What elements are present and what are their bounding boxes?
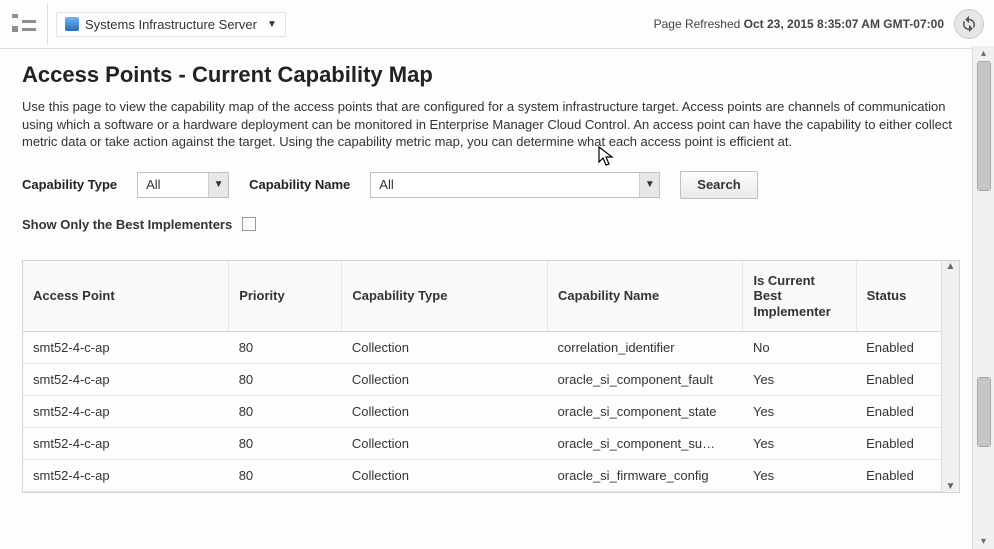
table-row[interactable]: smt52-4-c-ap80Collectionoracle_si_compon…	[23, 428, 959, 460]
page-refreshed-label: Page Refreshed Oct 23, 2015 8:35:07 AM G…	[654, 17, 944, 31]
cell-ap: smt52-4-c-ap	[23, 460, 229, 492]
scroll-down-icon[interactable]: ▾	[973, 536, 994, 547]
cell-cname: oracle_si_firmware_config	[548, 460, 743, 492]
cell-pri: 80	[229, 428, 342, 460]
page-refreshed-time: Oct 23, 2015 8:35:07 AM GMT-07:00	[744, 17, 944, 31]
cell-best: No	[743, 332, 856, 364]
table-row[interactable]: smt52-4-c-ap80Collectionoracle_si_firmwa…	[23, 460, 959, 492]
capability-table: Access Point Priority Capability Type Ca…	[22, 260, 960, 494]
cell-ap: smt52-4-c-ap	[23, 332, 229, 364]
cell-ap: smt52-4-c-ap	[23, 364, 229, 396]
scroll-down-icon[interactable]: ▼	[942, 481, 959, 492]
best-implementers-checkbox[interactable]	[242, 217, 256, 231]
cell-best: Yes	[743, 460, 856, 492]
table-scrollbar[interactable]: ▲ ▼	[941, 261, 959, 493]
cell-ctype: Collection	[342, 396, 548, 428]
chevron-down-icon: ▼	[267, 19, 277, 30]
col-capability-type[interactable]: Capability Type	[342, 261, 548, 332]
scroll-up-icon[interactable]: ▲	[942, 261, 959, 272]
col-capability-name[interactable]: Capability Name	[548, 261, 743, 332]
scroll-thumb[interactable]	[977, 377, 991, 447]
best-implementers-label: Show Only the Best Implementers	[22, 217, 232, 232]
filter-row: Capability Type All ▼ Capability Name Al…	[22, 171, 970, 199]
col-is-best[interactable]: Is Current Best Implementer	[743, 261, 856, 332]
col-access-point[interactable]: Access Point	[23, 261, 229, 332]
page-scrollbar[interactable]: ▴ ▾	[972, 46, 994, 549]
table-row[interactable]: smt52-4-c-ap80Collectionoracle_si_compon…	[23, 364, 959, 396]
top-bar-left: Systems Infrastructure Server ▼	[0, 4, 286, 44]
tree-toggle-icon[interactable]	[0, 4, 48, 44]
scroll-track[interactable]	[977, 61, 991, 534]
capability-type-select[interactable]: All ▼	[137, 172, 229, 198]
cell-best: Yes	[743, 396, 856, 428]
server-icon	[65, 17, 79, 31]
refresh-button[interactable]	[954, 9, 984, 39]
table-row[interactable]: smt52-4-c-ap80Collectioncorrelation_iden…	[23, 332, 959, 364]
top-bar-right: Page Refreshed Oct 23, 2015 8:35:07 AM G…	[654, 9, 984, 39]
cell-ctype: Collection	[342, 428, 548, 460]
cell-pri: 80	[229, 332, 342, 364]
top-bar: Systems Infrastructure Server ▼ Page Ref…	[0, 0, 994, 49]
scroll-thumb[interactable]	[977, 61, 991, 191]
target-menu[interactable]: Systems Infrastructure Server ▼	[56, 12, 286, 37]
scroll-up-icon[interactable]: ▴	[973, 48, 994, 59]
page-intro: Use this page to view the capability map…	[22, 98, 962, 151]
capability-type-value: All	[146, 177, 160, 192]
capability-name-value: All	[379, 177, 393, 192]
cell-cname: correlation_identifier	[548, 332, 743, 364]
cell-pri: 80	[229, 460, 342, 492]
cell-ap: smt52-4-c-ap	[23, 396, 229, 428]
capability-type-label: Capability Type	[22, 177, 117, 192]
cell-best: Yes	[743, 428, 856, 460]
content: Access Points - Current Capability Map U…	[0, 46, 970, 549]
cell-cname: oracle_si_component_fault	[548, 364, 743, 396]
page-title: Access Points - Current Capability Map	[22, 62, 970, 88]
cell-cname: oracle_si_component_su…	[548, 428, 743, 460]
cell-pri: 80	[229, 396, 342, 428]
search-button[interactable]: Search	[680, 171, 757, 199]
target-label: Systems Infrastructure Server	[85, 17, 257, 32]
table-header-row: Access Point Priority Capability Type Ca…	[23, 261, 959, 332]
cell-ctype: Collection	[342, 364, 548, 396]
best-implementers-row: Show Only the Best Implementers	[22, 217, 970, 232]
table-row[interactable]: smt52-4-c-ap80Collectionoracle_si_compon…	[23, 396, 959, 428]
cell-pri: 80	[229, 364, 342, 396]
capability-name-select[interactable]: All ▼	[370, 172, 660, 198]
capability-name-label: Capability Name	[249, 177, 350, 192]
cell-ctype: Collection	[342, 460, 548, 492]
cell-ap: smt52-4-c-ap	[23, 428, 229, 460]
cell-cname: oracle_si_component_state	[548, 396, 743, 428]
chevron-down-icon: ▼	[208, 173, 228, 197]
cell-best: Yes	[743, 364, 856, 396]
col-priority[interactable]: Priority	[229, 261, 342, 332]
chevron-down-icon: ▼	[639, 173, 659, 197]
cell-ctype: Collection	[342, 332, 548, 364]
